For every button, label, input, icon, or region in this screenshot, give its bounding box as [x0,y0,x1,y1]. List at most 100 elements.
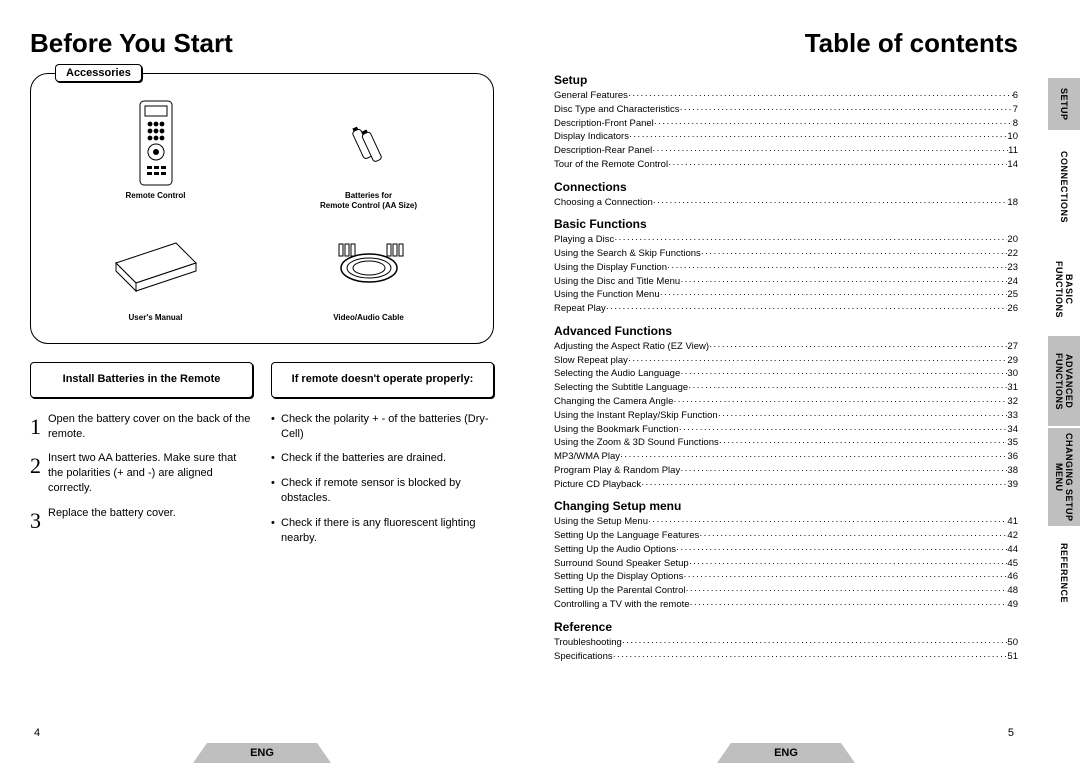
step-number: 2 [30,451,48,496]
toc-page-number: 11 [1008,144,1018,158]
install-step-3: 3Replace the battery cover. [30,506,253,536]
toc-leader-dots [620,450,1007,464]
toc-page-number: 41 [1007,515,1018,529]
toc-leader-dots [628,89,1013,103]
install-step-2: 2Insert two AA batteries. Make sure that… [30,451,253,496]
toc-line: Choosing a Connection 18 [554,196,1018,210]
toc-leader-dots [668,158,1007,172]
bullet-text: Check if remote sensor is blocked by obs… [281,476,494,506]
side-tab: SETUP [1048,78,1080,130]
toc-line: Using the Function Menu 25 [554,288,1018,302]
toc-item-title: Using the Setup Menu [554,515,648,529]
toc-line: Troubleshooting 50 [554,636,1018,650]
step-text: Insert two AA batteries. Make sure that … [48,451,253,496]
toc-page-number: 50 [1007,636,1018,650]
toc-line: Description-Front Panel 8 [554,117,1018,131]
left-page: Before You Start Accessories Remote Cont… [0,0,524,763]
toc-leader-dots [654,117,1013,131]
toc-page-number: 33 [1007,409,1018,423]
toc-page-number: 24 [1007,275,1018,289]
toc-page-number: 26 [1007,302,1018,316]
toc-section-heading: Setup [554,73,1018,87]
toc-page-number: 7 [1013,103,1018,117]
toc-line: Setting Up the Parental Control 48 [554,584,1018,598]
toc-page-number: 45 [1007,557,1018,571]
toc-leader-dots [652,144,1008,158]
page-spread: Before You Start Accessories Remote Cont… [0,0,1080,763]
toc-line: Controlling a TV with the remote 49 [554,598,1018,612]
toc-item-title: Specifications [554,650,613,664]
accessory-remote: Remote Control [53,98,257,210]
toc-line: Surround Sound Speaker Setup 45 [554,557,1018,571]
step-text: Open the battery cover on the back of th… [48,412,253,442]
toc-page-number: 25 [1007,288,1018,302]
toc-page-number: 34 [1007,423,1018,437]
toc-item-title: Using the Disc and Title Menu [554,275,680,289]
toc-item-title: Playing a Disc [554,233,614,247]
toc-line: Setting Up the Language Features 42 [554,529,1018,543]
toc-page-number: 31 [1007,381,1018,395]
toc-page-number: 29 [1007,354,1018,368]
toc-leader-dots [622,636,1008,650]
side-tab: CONNECTIONS [1048,132,1080,242]
troubleshoot-label: If remote doesn't operate properly: [271,362,494,398]
toc-line: Repeat Play 26 [554,302,1018,316]
install-column: Install Batteries in the Remote 1Open th… [30,362,253,556]
toc-item-title: Choosing a Connection [554,196,653,210]
toc-leader-dots [673,395,1007,409]
toc-item-title: Using the Bookmark Function [554,423,679,437]
toc-page-number: 32 [1007,395,1018,409]
toc-leader-dots [679,423,1008,437]
toc-line: Setting Up the Audio Options 44 [554,543,1018,557]
toc-page-number: 30 [1007,367,1018,381]
side-tab: CHANGING SETUP MENU [1048,428,1080,526]
language-tab-left: ENG [207,743,317,763]
toc-line: MP3/WMA Play 36 [554,450,1018,464]
toc-leader-dots [653,196,1008,210]
toc-page-number: 22 [1007,247,1018,261]
toc-leader-dots [660,288,1008,302]
toc-page-number: 10 [1007,130,1018,144]
toc-leader-dots [718,409,1008,423]
cable-icon [266,220,470,310]
toc-page-number: 38 [1007,464,1018,478]
toc-item-title: Setting Up the Audio Options [554,543,676,557]
toc-leader-dots [699,529,1007,543]
toc-leader-dots [701,247,1008,261]
toc-leader-dots [688,381,1007,395]
toc-leader-dots [628,354,1007,368]
toc-page-number: 48 [1007,584,1018,598]
toc-page-number: 35 [1007,436,1018,450]
toc-line: Specifications 51 [554,650,1018,664]
toc-line: Tour of the Remote Control 14 [554,158,1018,172]
toc-line: Picture CD Playback 39 [554,478,1018,492]
toc-item-title: General Features [554,89,628,103]
toc-section-heading: Changing Setup menu [554,499,1018,513]
toc-page-number: 14 [1007,158,1018,172]
toc-line: Adjusting the Aspect Ratio (EZ View) 27 [554,340,1018,354]
troubleshoot-bullet: Check if the batteries are drained. [271,451,494,466]
toc-item-title: Description-Rear Panel [554,144,652,158]
toc-leader-dots [719,436,1008,450]
bullet-text: Check if there is any fluorescent lighti… [281,516,494,546]
toc-line: General Features 6 [554,89,1018,103]
step-number: 1 [30,412,48,442]
toc-line: Changing the Camera Angle 32 [554,395,1018,409]
toc-item-title: Program Play & Random Play [554,464,680,478]
troubleshoot-bullet: Check if there is any fluorescent lighti… [271,516,494,546]
page-number-left: 4 [34,727,40,739]
toc-page-number: 20 [1007,233,1018,247]
toc-line: Disc Type and Characteristics 7 [554,103,1018,117]
toc-item-title: Surround Sound Speaker Setup [554,557,689,571]
toc-leader-dots [641,478,1007,492]
toc-item-title: Controlling a TV with the remote [554,598,690,612]
toc-line: Selecting the Audio Language 30 [554,367,1018,381]
instructions-columns: Install Batteries in the Remote 1Open th… [30,362,494,556]
toc-page-number: 23 [1007,261,1018,275]
toc-leader-dots [690,598,1008,612]
toc-item-title: Slow Repeat play [554,354,628,368]
troubleshoot-column: If remote doesn't operate properly: Chec… [271,362,494,556]
toc-leader-dots [648,515,1007,529]
toc-section-heading: Advanced Functions [554,324,1018,338]
toc-page-number: 51 [1007,650,1018,664]
